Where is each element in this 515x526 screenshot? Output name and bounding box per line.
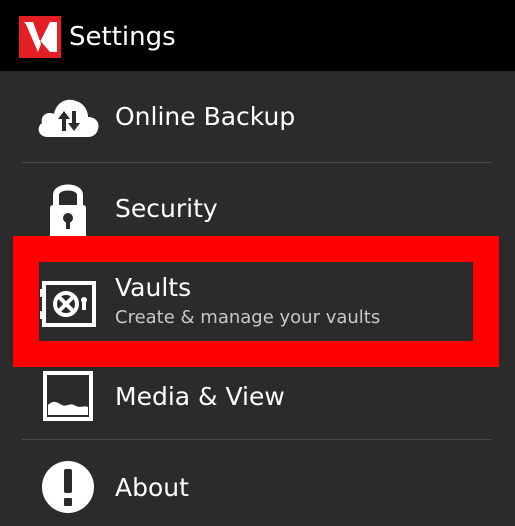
settings-item-subtitle: Create & manage your vaults <box>115 307 381 328</box>
settings-item-label: About <box>115 473 189 502</box>
info-icon <box>42 461 94 513</box>
settings-item-online-backup[interactable]: Online Backup <box>22 71 492 162</box>
settings-item-label: Vaults <box>115 273 192 302</box>
cloud-sync-icon <box>38 99 99 137</box>
settings-item-security[interactable]: Security <box>22 163 492 255</box>
settings-screen: Settings Online Backup Security Vaults C… <box>0 0 515 526</box>
settings-item-media-view[interactable]: Media & View <box>22 355 492 439</box>
settings-item-label: Online Backup <box>115 102 296 131</box>
image-icon <box>43 371 93 421</box>
vault-icon <box>40 281 96 327</box>
settings-item-label: Media & View <box>115 382 285 411</box>
app-logo-icon[interactable] <box>19 16 61 58</box>
page-title: Settings <box>69 22 176 52</box>
settings-list: Online Backup Security Vaults Create & m… <box>0 71 515 526</box>
action-bar: Settings <box>0 0 515 71</box>
settings-item-about[interactable]: About <box>22 440 492 526</box>
settings-item-label: Security <box>115 194 218 223</box>
settings-item-vaults[interactable]: Vaults Create & manage your vaults <box>22 263 492 340</box>
lock-icon <box>50 184 86 239</box>
